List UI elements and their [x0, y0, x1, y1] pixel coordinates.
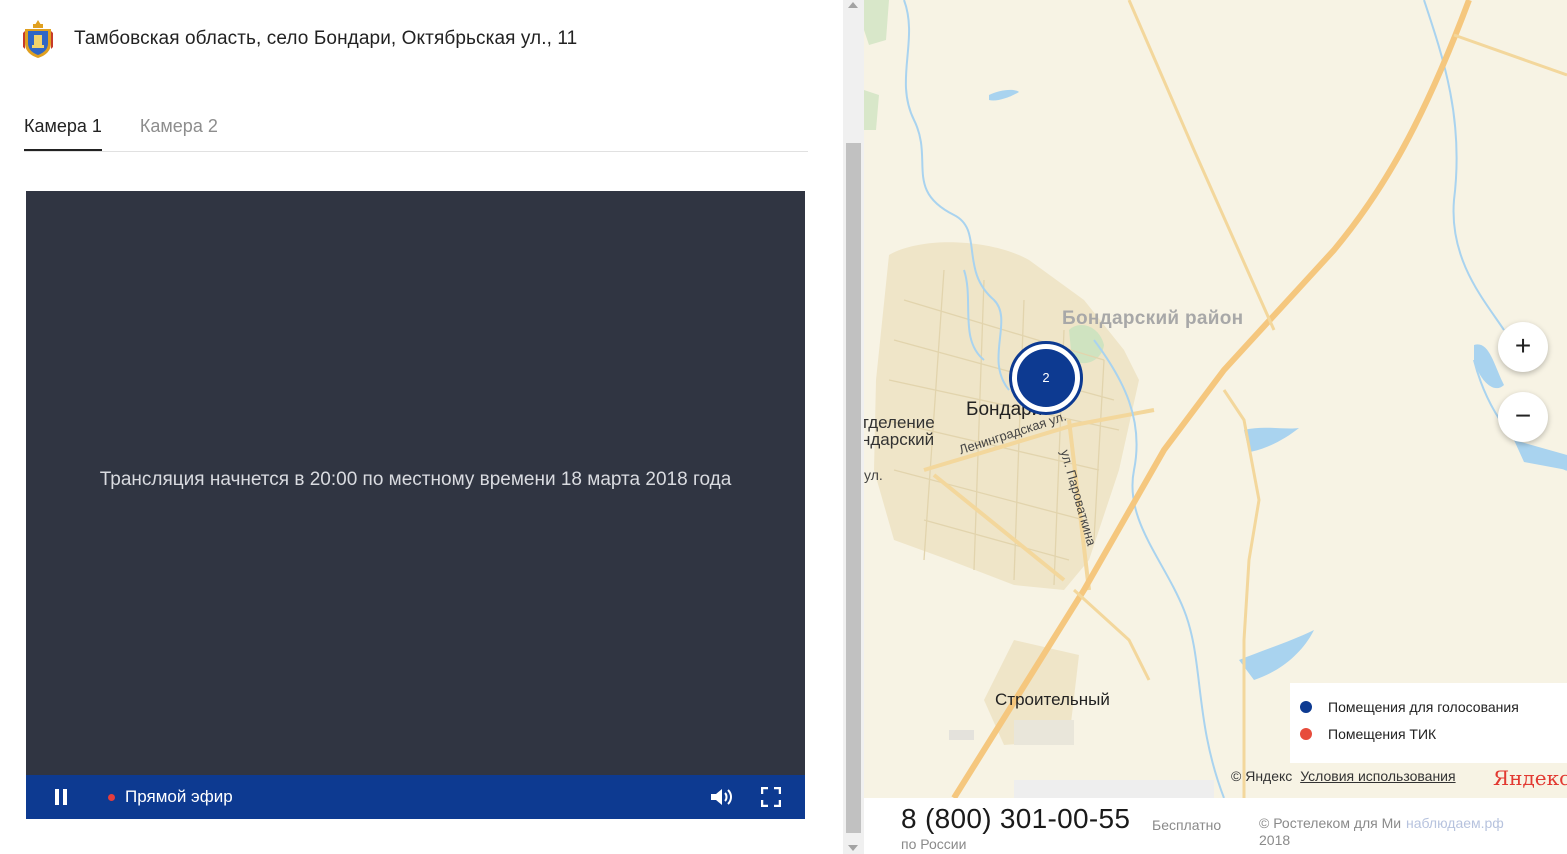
address-title: Тамбовская область, село Бондари, Октябр…: [74, 28, 578, 49]
fullscreen-icon[interactable]: [761, 787, 781, 807]
footer: 8 (800) 301-00-55 по России Бесплатно © …: [864, 798, 1567, 854]
legend-label-tik: Помещения ТИК: [1328, 726, 1437, 742]
legend-label-voting: Помещения для голосования: [1328, 699, 1519, 715]
hotline-phone[interactable]: 8 (800) 301-00-55: [901, 803, 1130, 835]
map[interactable]: Бондарский район тделение ндарский ул. Л…: [864, 0, 1567, 798]
map-label-stroitelny: Строительный: [995, 690, 1110, 709]
tab-camera-2[interactable]: Камера 2: [140, 112, 218, 151]
scroll-down-icon[interactable]: [848, 845, 858, 851]
scrollbar[interactable]: [843, 0, 864, 854]
live-dot-icon: [108, 794, 115, 801]
terms-link[interactable]: Условия использования: [1300, 768, 1455, 784]
copyright-line1: © Ростелеком для Ми: [1259, 815, 1402, 831]
copyright-line2: 2018: [1259, 832, 1291, 848]
pause-icon[interactable]: [52, 788, 70, 806]
cluster-count: 2: [1017, 349, 1075, 407]
yandex-copyright: © Яндекс: [1231, 768, 1293, 784]
live-label: Прямой эфир: [125, 787, 233, 806]
zoom-out-button[interactable]: −: [1498, 392, 1548, 442]
legend-item-tik: Помещения ТИК: [1300, 726, 1436, 742]
scroll-up-icon[interactable]: [848, 2, 858, 8]
legend-dot-voting: [1300, 701, 1312, 713]
player-controls: Прямой эфир: [26, 775, 805, 819]
hotline-subtitle: по России: [901, 836, 967, 852]
tambov-coat-of-arms-icon: [23, 20, 53, 58]
page-header: Тамбовская область, село Бондари, Октябр…: [22, 18, 577, 60]
map-cluster-marker[interactable]: 2: [1009, 341, 1083, 415]
footer-copyright: © Ростелеком для Ми 2018: [1259, 815, 1401, 849]
hotline-free-label: Бесплатно: [1152, 817, 1222, 833]
map-label-district: Бондарский район: [1062, 308, 1244, 329]
map-legend: Помещения для голосования Помещения ТИК: [1290, 683, 1567, 763]
map-attribution: © Яндекс Условия использования: [1231, 768, 1456, 784]
video-player[interactable]: Трансляция начнется в 20:00 по местному …: [26, 191, 805, 819]
zoom-in-button[interactable]: +: [1498, 322, 1548, 372]
yandex-logo[interactable]: Яндекс: [1493, 766, 1567, 790]
left-panel: Тамбовская область, село Бондари, Октябр…: [0, 0, 843, 854]
map-label-street-fragment: ул.: [864, 467, 883, 483]
tab-camera-1[interactable]: Камера 1: [24, 112, 102, 151]
volume-icon[interactable]: [709, 786, 733, 808]
map-label-branch-line2: ндарский: [864, 430, 935, 449]
legend-item-voting: Помещения для голосования: [1300, 699, 1519, 715]
scroll-thumb[interactable]: [846, 143, 861, 833]
legend-dot-tik: [1300, 728, 1312, 740]
site-link[interactable]: наблюдаем.рф: [1406, 815, 1504, 831]
broadcast-message: Трансляция начнется в 20:00 по местному …: [99, 469, 732, 490]
camera-tabs: Камера 1 Камера 2: [24, 112, 808, 152]
